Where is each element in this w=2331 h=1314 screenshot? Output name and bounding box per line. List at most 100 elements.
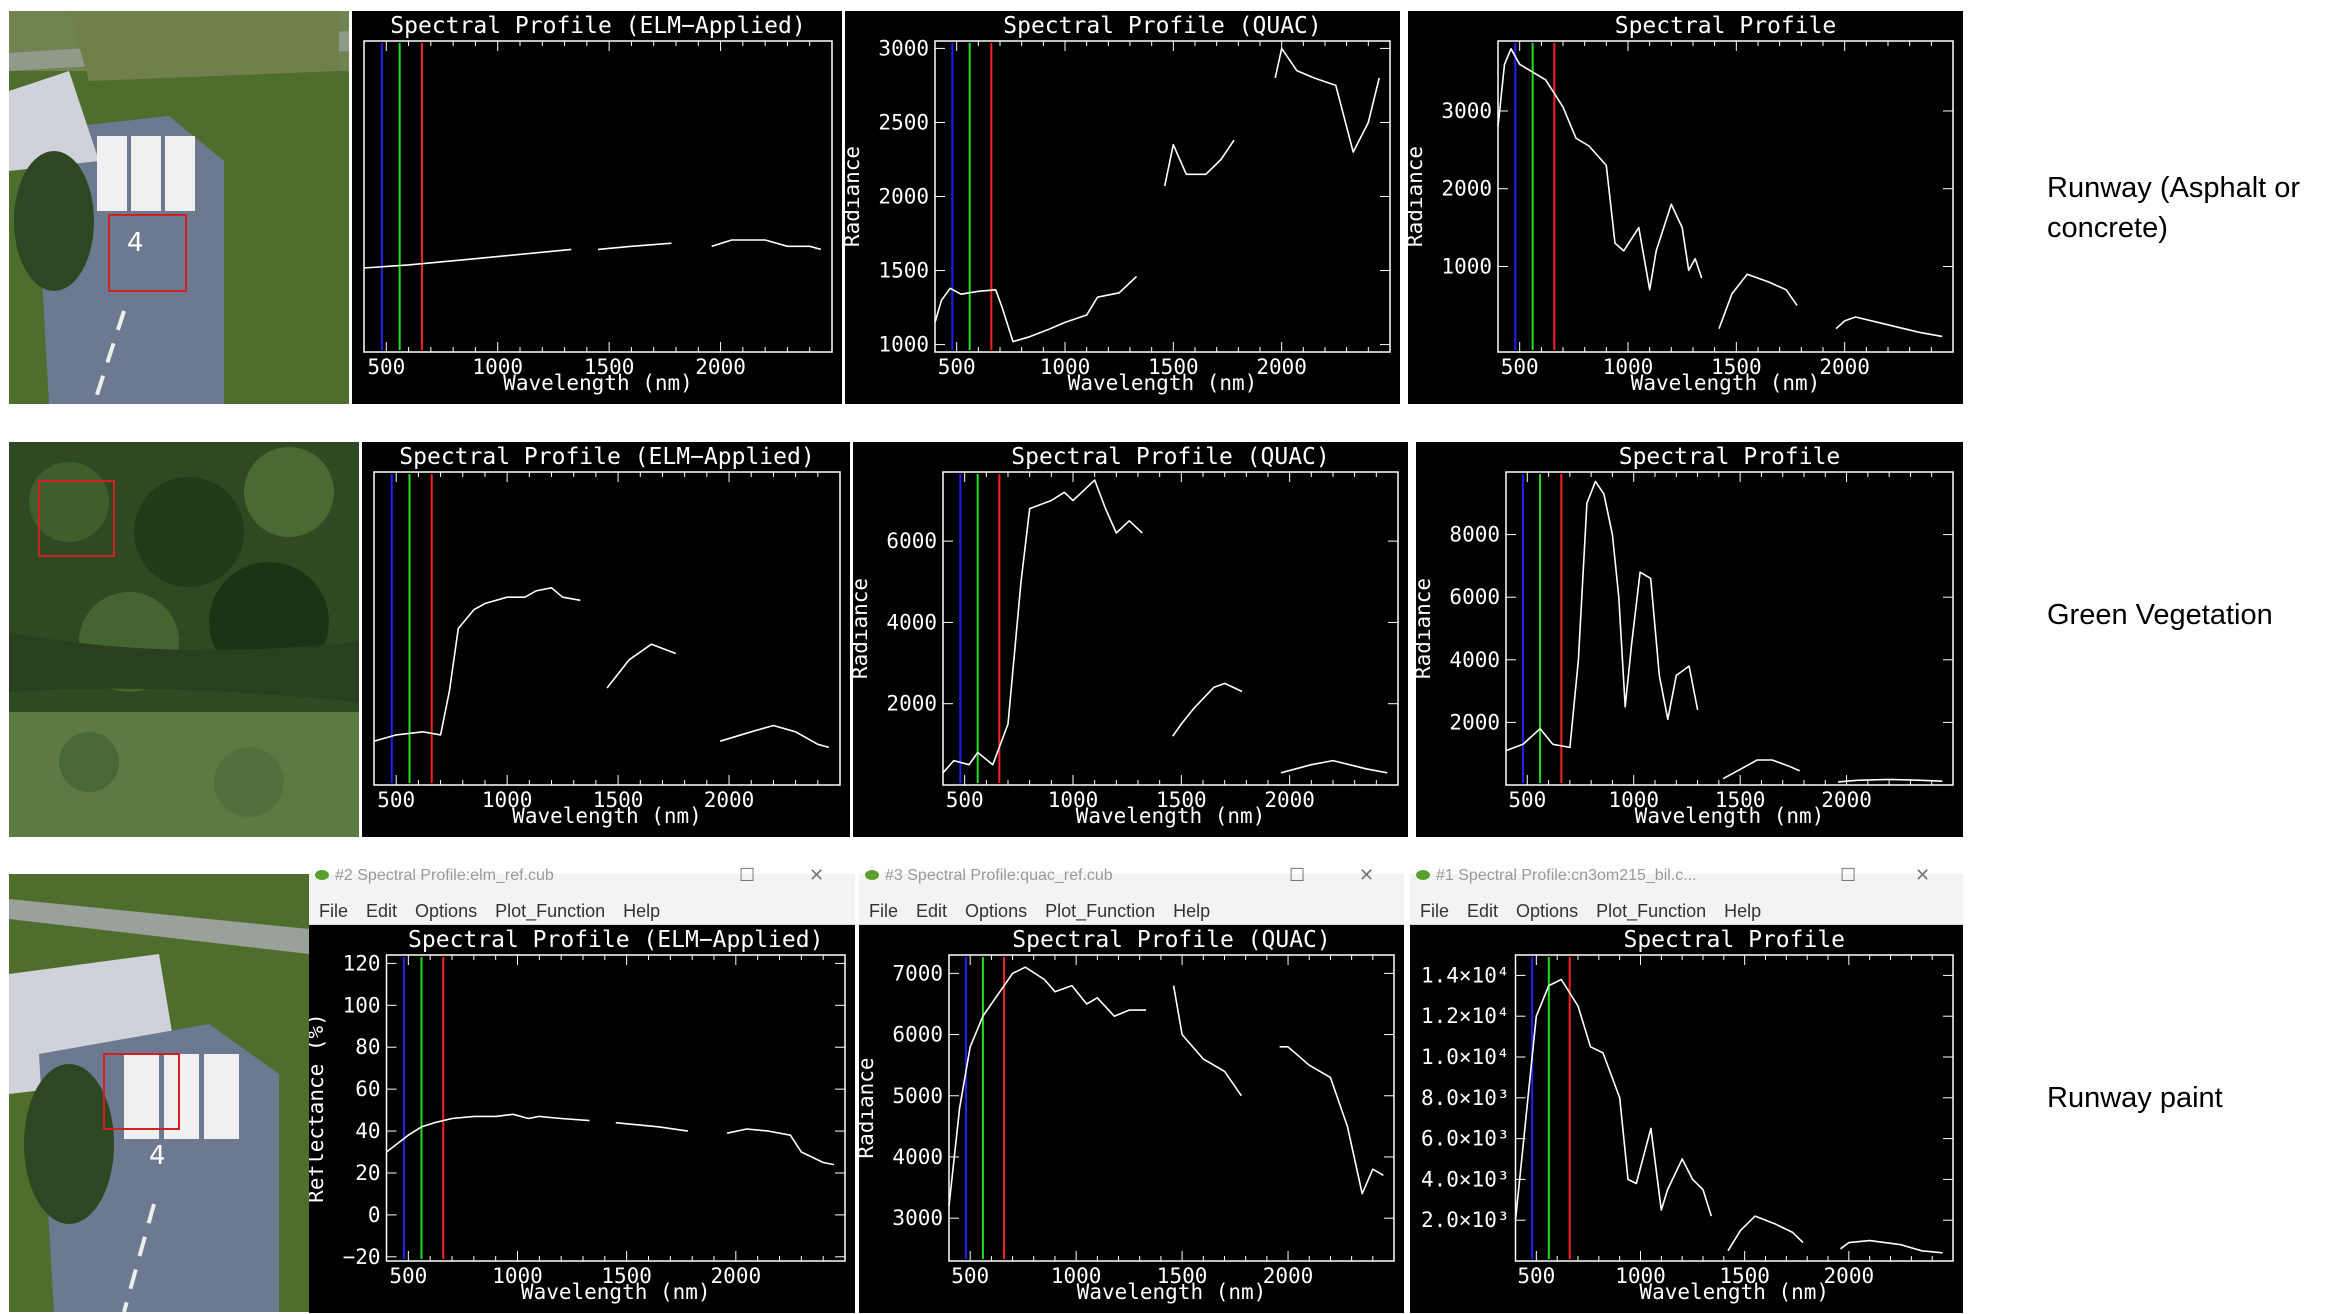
row-label-line: concrete) <box>2047 212 2168 244</box>
y-tick-label: 4000 <box>886 610 937 634</box>
menu-options[interactable]: Options <box>1516 901 1578 922</box>
plot-frame <box>385 954 846 1262</box>
spectrum-line <box>1835 316 1943 338</box>
close-icon[interactable]: ✕ <box>1915 865 1930 886</box>
spectrum-line <box>1514 978 1713 1221</box>
spectrum-line <box>1722 759 1801 780</box>
y-tick-label: 3000 <box>1441 99 1492 123</box>
y-tick-label: 1.0×10⁴ <box>1421 1045 1510 1069</box>
menu-help[interactable]: Help <box>1724 901 1761 922</box>
y-tick-label: 6000 <box>892 1023 943 1047</box>
x-tick-label: 2000 <box>1263 1264 1314 1288</box>
y-axis-label: Radiance <box>853 578 872 679</box>
x-tick-label: 500 <box>1501 355 1539 379</box>
spectral-panel-r2-quac: Spectral Profile (QUAC) 500 1000 1500 2000 20… <box>853 442 1408 837</box>
y-tick-label: 2000 <box>878 185 929 209</box>
spectral-panel-r3-quac: Spectral Profile (QUAC) 500 1000 1500 2000 30… <box>859 925 1404 1313</box>
y-tick-label: 1.2×10⁴ <box>1421 1004 1510 1028</box>
row-label-line: Runway paint <box>2047 1082 2223 1114</box>
spectrum-line <box>1172 682 1243 737</box>
menu-plot-function[interactable]: Plot_Function <box>1045 901 1155 922</box>
y-tick-label: 4000 <box>1449 648 1500 672</box>
spectrum-line <box>373 587 581 742</box>
menu-help[interactable]: Help <box>623 901 660 922</box>
y-tick-label: −20 <box>343 1245 381 1269</box>
x-tick-label: 500 <box>946 788 984 812</box>
spectrum-line <box>726 1128 835 1166</box>
maximize-icon[interactable]: ☐ <box>1289 865 1305 886</box>
chart-title: Spectral Profile <box>1615 13 1837 39</box>
menu-edit[interactable]: Edit <box>1467 901 1498 922</box>
menu-file[interactable]: File <box>869 901 898 922</box>
menu-file[interactable]: File <box>1420 901 1449 922</box>
y-tick-label: 20 <box>355 1161 380 1185</box>
y-tick-label: 2500 <box>878 110 929 134</box>
y-tick-label: 6000 <box>1449 585 1500 609</box>
y-axis-label: Radiance <box>859 1057 878 1158</box>
spectrum-line <box>934 275 1138 343</box>
app-logo-icon <box>1416 870 1430 880</box>
x-tick-label: 2000 <box>1256 355 1307 379</box>
spectrum-line <box>386 1113 590 1153</box>
y-tick-label: 2000 <box>886 692 937 716</box>
svg-text:4: 4 <box>127 228 144 258</box>
menu-plot-function[interactable]: Plot_Function <box>1596 901 1706 922</box>
window-title: #3 Spectral Profile:quac_ref.cub <box>885 867 1113 884</box>
x-tick-label: 500 <box>389 1264 427 1288</box>
window-title: #2 Spectral Profile:elm_ref.cub <box>335 867 554 884</box>
aerial-thumbnail-runway-paint: 4 <box>9 874 309 1312</box>
spectrum-line <box>948 966 1147 1206</box>
x-tick-label: 2000 <box>711 1264 762 1288</box>
plot-frame <box>948 954 1395 1262</box>
y-tick-label: 3000 <box>892 1206 943 1230</box>
plot-frame <box>1497 40 1954 353</box>
row-label-runway-paint: Runway paint <box>2047 1078 2327 1118</box>
y-tick-label: 40 <box>355 1119 380 1143</box>
menu-help[interactable]: Help <box>1173 901 1210 922</box>
spectrum-line <box>1497 47 1703 291</box>
y-tick-label: 6.0×10³ <box>1421 1127 1510 1151</box>
y-tick-label: 8.0×10³ <box>1421 1086 1510 1110</box>
spectrum-line <box>363 248 572 269</box>
menu-file[interactable]: File <box>319 901 348 922</box>
y-tick-label: 1500 <box>878 259 929 283</box>
x-axis-label: Wavelength (nm) <box>521 1280 711 1304</box>
maximize-icon[interactable]: ☐ <box>739 865 755 886</box>
x-tick-label: 2000 <box>1264 788 1315 812</box>
row-label-line: Runway (Asphalt or <box>2047 172 2301 204</box>
plot-frame <box>934 40 1391 353</box>
spectral-panel-r1-raw: Spectral Profile 500 1000 1500 2000 1000 2000 3… <box>1408 11 1963 404</box>
maximize-icon[interactable]: ☐ <box>1840 865 1856 886</box>
y-tick-label: 0 <box>368 1203 381 1227</box>
y-tick-label: 6000 <box>886 529 937 553</box>
chart-title: Spectral Profile (QUAC) <box>1012 927 1331 953</box>
close-icon[interactable]: ✕ <box>809 865 824 886</box>
app-logo-icon <box>315 870 329 880</box>
menu-edit[interactable]: Edit <box>366 901 397 922</box>
chart-title: Spectral Profile (ELM−Applied) <box>408 927 823 953</box>
x-tick-label: 500 <box>1517 1264 1555 1288</box>
chart-title: Spectral Profile <box>1623 927 1845 953</box>
y-tick-label: 100 <box>343 993 381 1017</box>
menu-options[interactable]: Options <box>965 901 1027 922</box>
y-tick-label: 80 <box>355 1035 380 1059</box>
menu-plot-function[interactable]: Plot_Function <box>495 901 605 922</box>
y-tick-label: 8000 <box>1449 523 1500 547</box>
spectrum-line <box>1163 139 1235 187</box>
close-icon[interactable]: ✕ <box>1359 865 1374 886</box>
x-tick-label: 2000 <box>1824 1264 1875 1288</box>
spectral-panel-r3-elm: Spectral Profile (ELM−Applied) 500 1000 150… <box>309 925 855 1313</box>
chart-title: Spectral Profile <box>1619 444 1841 470</box>
plot-frame <box>942 471 1399 786</box>
y-tick-label: 7000 <box>892 961 943 985</box>
menu-edit[interactable]: Edit <box>916 901 947 922</box>
window-title: #1 Spectral Profile:cn3om215_bil.c... <box>1436 867 1697 884</box>
y-tick-label: 4.0×10³ <box>1421 1167 1510 1191</box>
x-tick-label: 500 <box>938 355 976 379</box>
spectral-panel-r1-quac: Spectral Profile (QUAC) 500 1000 1500 2000 10… <box>845 11 1400 404</box>
spectrum-line <box>1505 480 1699 752</box>
menu-options[interactable]: Options <box>415 901 477 922</box>
spectrum-line <box>942 479 1143 774</box>
window-titlebar-elm: #2 Spectral Profile:elm_ref.cub ☐ ✕ File… <box>309 865 855 925</box>
spectrum-line <box>1280 759 1388 774</box>
